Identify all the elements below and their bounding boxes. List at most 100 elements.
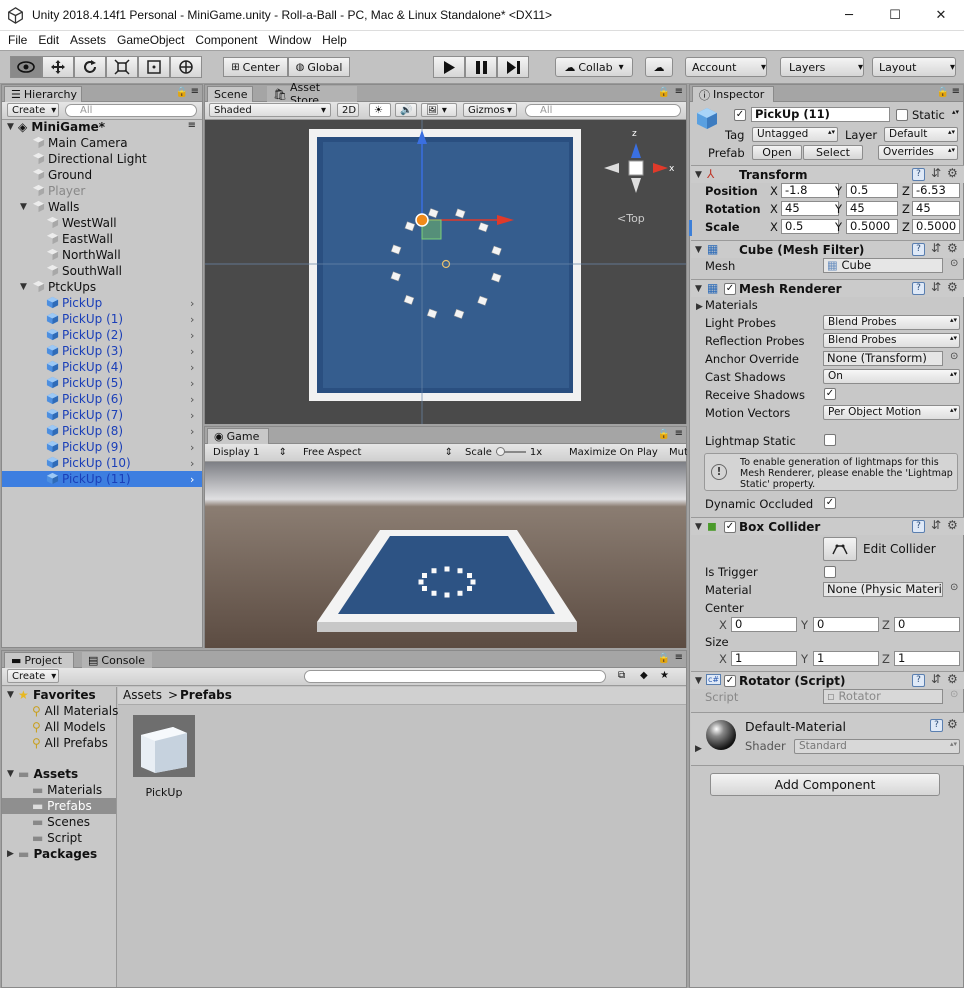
size-y-input[interactable]: 1 [813,651,879,666]
center-y-input[interactable]: 0 [813,617,879,632]
dynamic-occluded-checkbox[interactable]: ✓ [824,497,836,509]
prefab-open-arrow-icon[interactable]: › [190,441,194,454]
hierarchy-item-pickup[interactable]: PickUp (9) [46,439,123,455]
effects-dropdown[interactable]: 🖼 ▾ [421,103,457,117]
view-tool-button[interactable] [10,56,42,78]
hierarchy-item[interactable]: SouthWall [46,263,122,279]
hierarchy-item[interactable]: Directional Light [32,151,147,167]
center-x-input[interactable]: 0 [731,617,797,632]
collab-button[interactable]: ☁ Collab [555,57,633,77]
gizmos-dropdown[interactable]: Gizmos ▾ [463,103,517,117]
scene-search-input[interactable]: All [525,104,681,117]
prefab-open-arrow-icon[interactable]: › [190,313,194,326]
axis-x-label[interactable]: X [770,202,778,216]
mesh-renderer-enabled-checkbox[interactable]: ✓ [724,283,736,295]
minimize-button[interactable]: ─ [826,0,872,31]
prefab-open-button[interactable]: Open [752,145,802,160]
step-button[interactable] [497,56,529,78]
object-picker-icon[interactable]: ⊙ [950,258,958,269]
pause-button[interactable] [465,56,497,78]
expand-arrow-icon[interactable]: ▼ [7,769,14,779]
prefab-open-arrow-icon[interactable]: › [190,409,194,422]
axis-y-label[interactable]: Y [801,618,808,632]
tab-hierarchy[interactable]: ☰ Hierarchy [4,86,82,102]
hierarchy-item-pickup[interactable]: PickUp (8) [46,423,123,439]
tab-asset-store[interactable]: 🛍 Asset Store [267,81,357,107]
expand-arrow-icon[interactable]: ▼ [20,202,27,212]
hierarchy-item-pickup[interactable]: PickUp (2) [46,327,123,343]
game-viewport[interactable] [205,462,686,648]
aspect-dropdown[interactable]: Free Aspect ⇕ [299,445,457,459]
object-picker-icon[interactable]: ⊙ [950,582,958,593]
edit-collider-button[interactable] [823,537,857,561]
rect-tool-button[interactable] [138,56,170,78]
axis-y-label[interactable]: Y [835,220,842,234]
hierarchy-item-pickup[interactable]: PickUp (7) [46,407,123,423]
transform-scale-y-input[interactable]: 0.5000 [846,219,898,234]
hierarchy-item-pickup[interactable]: PickUp (10) [46,455,131,471]
lock-icon[interactable]: 🔒 [937,87,949,98]
assets-folder[interactable]: ▬ Assets [18,766,78,782]
hierarchy-item-pickup[interactable]: PickUp (1) [46,311,123,327]
expand-arrow-icon[interactable]: ▼ [7,122,14,132]
tab-scene[interactable]: Scene [207,86,253,102]
panel-menu-icon[interactable]: ≡ [191,86,199,97]
axis-z-label[interactable]: Z [882,652,890,666]
receive-shadows-checkbox[interactable]: ✓ [824,388,836,400]
hierarchy-search-input[interactable]: All [65,104,197,117]
transform-rotation-x-input[interactable]: 45 [781,201,839,216]
reflection-probes-dropdown[interactable]: Blend Probes [823,333,960,348]
light-probes-dropdown[interactable]: Blend Probes [823,315,960,330]
view-orientation-label[interactable]: <Top [617,212,645,225]
hierarchy-item-pickup[interactable]: PickUp (11) [2,471,202,487]
hierarchy-item[interactable]: PtckUps [32,279,96,295]
mesh-renderer-header[interactable]: ▼ ▦ ✓ Mesh Renderer ? ⇵ ⚙ [691,279,964,297]
anchor-override-field[interactable]: None (Transform) [823,351,943,366]
size-x-input[interactable]: 1 [731,651,797,666]
transform-tool-button[interactable] [170,56,202,78]
presets-icon[interactable]: ⇵ [931,166,941,180]
transform-position-z-input[interactable]: -6.53 [912,183,960,198]
cast-shadows-dropdown[interactable]: On [823,369,960,384]
transform-scale-label[interactable]: Scale [705,220,740,234]
menu-help[interactable]: Help [322,31,347,47]
filter-type-icon[interactable]: ⧉ [618,670,625,681]
panel-menu-icon[interactable]: ≡ [952,86,960,97]
transform-rotation-z-input[interactable]: 45 [912,201,960,216]
is-trigger-checkbox[interactable] [824,566,836,578]
prefab-open-arrow-icon[interactable]: › [190,457,194,470]
menu-window[interactable]: Window [268,31,311,47]
prefab-open-arrow-icon[interactable]: › [190,473,194,486]
shading-mode-dropdown[interactable]: Shaded ▾ [209,103,331,117]
pivot-global-button[interactable]: ◍ Global [288,57,350,77]
hierarchy-item-pickup[interactable]: PickUp (5) [46,375,123,391]
tab-game[interactable]: ◉ Game [207,428,269,444]
shader-dropdown[interactable]: Standard [794,739,960,754]
transform-position-x-input[interactable]: -1.8 [781,183,839,198]
audio-toggle[interactable]: 🔊 [395,103,417,117]
transform-position-y-input[interactable]: 0.5 [846,183,898,198]
packages-folder[interactable]: ▬ Packages [18,846,97,862]
menu-edit[interactable]: Edit [38,31,59,47]
expand-arrow-icon[interactable]: ▼ [7,690,14,700]
project-search-input[interactable] [304,670,606,683]
presets-icon[interactable]: ⇵ [931,280,941,294]
prefab-open-arrow-icon[interactable]: › [190,377,194,390]
rotate-tool-button[interactable] [74,56,106,78]
tab-inspector[interactable]: ⓘ Inspector [692,86,774,102]
motion-vectors-dropdown[interactable]: Per Object Motion [823,405,960,420]
fav-all-prefabs[interactable]: ⚲ All Prefabs [32,735,108,751]
object-name-input[interactable]: PickUp (11) [751,107,890,122]
hierarchy-create-dropdown[interactable]: Create [7,103,59,117]
presets-icon[interactable]: ⇵ [931,518,941,532]
project-create-dropdown[interactable]: Create [7,669,59,683]
asset-pickup-prefab[interactable]: PickUp [133,715,199,805]
panel-menu-icon[interactable]: ≡ [675,86,683,97]
collapse-arrow-icon[interactable]: ▶ [696,302,703,312]
prefab-open-arrow-icon[interactable]: › [190,329,194,342]
presets-icon[interactable]: ⇵ [931,672,941,686]
add-component-button[interactable]: Add Component [710,773,940,796]
axis-z-label[interactable]: Z [882,618,890,632]
folder-prefabs[interactable]: ▬ Prefabs [2,798,116,814]
close-button[interactable]: ✕ [918,0,964,31]
